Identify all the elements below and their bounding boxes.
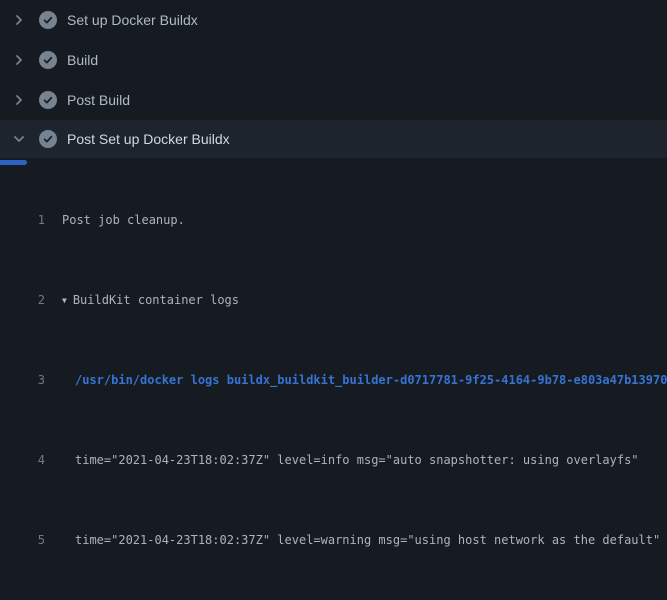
step-row-set-up-docker-buildx[interactable]: Set up Docker Buildx (0, 0, 667, 40)
job-steps-list: Set up Docker Buildx Build Post Build Po… (0, 0, 667, 158)
step-label: Build (67, 52, 98, 68)
step-row-build[interactable]: Build (0, 40, 667, 80)
log-text: /usr/bin/docker logs buildx_buildkit_bui… (75, 370, 667, 390)
chevron-right-icon[interactable] (10, 51, 28, 69)
log-line: 3 /usr/bin/docker logs buildx_buildkit_b… (0, 370, 667, 390)
chevron-right-icon[interactable] (10, 91, 28, 109)
group-title[interactable]: BuildKit container logs (73, 293, 239, 307)
focus-indicator (0, 160, 27, 165)
step-row-post-build[interactable]: Post Build (0, 80, 667, 120)
line-number[interactable]: 5 (0, 530, 45, 550)
log-line: 1 Post job cleanup. (0, 210, 667, 230)
check-circle-icon (39, 130, 57, 148)
log-line: 2 ▼ BuildKit container logs (0, 290, 667, 310)
line-number[interactable]: 2 (0, 290, 45, 310)
log-text: ▼ BuildKit container logs (62, 290, 239, 310)
log-text: time="2021-04-23T18:02:37Z" level=warnin… (75, 530, 660, 550)
log-text: time="2021-04-23T18:02:37Z" level=info m… (75, 450, 639, 470)
log-viewer: 1 Post job cleanup. 2 ▼ BuildKit containe… (0, 158, 667, 600)
group-expander-triangle-icon[interactable]: ▼ (62, 291, 67, 311)
step-label: Post Build (67, 92, 130, 108)
step-label: Set up Docker Buildx (67, 12, 198, 28)
line-number[interactable]: 1 (0, 210, 45, 230)
log-line: 4 time="2021-04-23T18:02:37Z" level=info… (0, 450, 667, 470)
log-text: Post job cleanup. (62, 210, 185, 230)
check-circle-icon (39, 91, 57, 109)
actions-log-viewer: Set up Docker Buildx Build Post Build Po… (0, 0, 667, 600)
log-line: 5 time="2021-04-23T18:02:37Z" level=warn… (0, 530, 667, 550)
check-circle-icon (39, 51, 57, 69)
check-circle-icon (39, 11, 57, 29)
chevron-down-icon[interactable] (10, 130, 28, 148)
chevron-right-icon[interactable] (10, 11, 28, 29)
step-row-post-set-up-docker-buildx[interactable]: Post Set up Docker Buildx (0, 120, 667, 158)
line-number[interactable]: 3 (0, 370, 45, 390)
line-number[interactable]: 4 (0, 450, 45, 470)
step-label: Post Set up Docker Buildx (67, 131, 230, 147)
